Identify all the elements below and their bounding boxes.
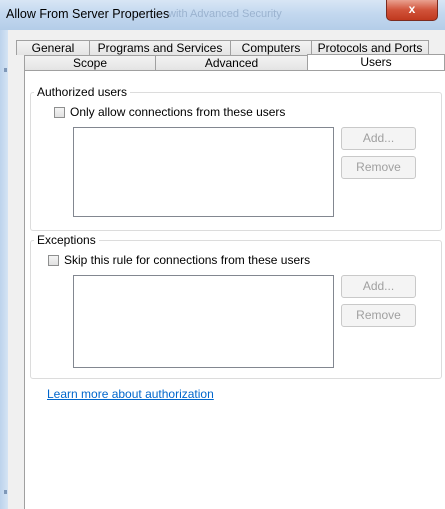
window-frame-left	[0, 30, 8, 509]
close-button[interactable]: x	[386, 0, 438, 21]
exceptions-add-button[interactable]: Add...	[341, 275, 416, 298]
tab-scope[interactable]: Scope	[24, 55, 156, 70]
tab-programs-and-services[interactable]: Programs and Services	[89, 40, 231, 55]
tab-protocols-and-ports[interactable]: Protocols and Ports	[311, 40, 429, 55]
frame-marker	[4, 68, 7, 72]
tab-computers[interactable]: Computers	[230, 40, 312, 55]
exceptions-remove-button[interactable]: Remove	[341, 304, 416, 327]
exception-users-list[interactable]	[73, 275, 334, 368]
tab-users[interactable]: Users	[307, 54, 445, 70]
exceptions-title: Exceptions	[34, 233, 99, 247]
authorized-users-title: Authorized users	[34, 85, 131, 99]
close-icon: x	[408, 2, 416, 16]
learn-more-authorization-link[interactable]: Learn more about authorization	[47, 387, 214, 401]
tab-general[interactable]: General	[16, 40, 90, 55]
window-title: Allow From Server Properties	[6, 7, 170, 21]
only-allow-users-checkbox[interactable]	[54, 107, 65, 118]
authorized-remove-button[interactable]: Remove	[341, 156, 416, 179]
background-window-title: with Advanced Security	[168, 8, 282, 20]
frame-marker	[4, 490, 7, 494]
title-bar: Allow From Server Properties with Advanc…	[0, 0, 445, 31]
only-allow-users-checkbox-row[interactable]: Only allow connections from these users	[54, 105, 285, 119]
authorized-add-button[interactable]: Add...	[341, 127, 416, 150]
only-allow-users-label: Only allow connections from these users	[70, 105, 286, 119]
skip-rule-users-checkbox[interactable]	[48, 255, 59, 266]
skip-rule-users-checkbox-row[interactable]: Skip this rule for connections from thes…	[48, 253, 310, 267]
tab-advanced[interactable]: Advanced	[155, 55, 308, 70]
authorized-users-list[interactable]	[73, 127, 334, 217]
skip-rule-users-label: Skip this rule for connections from thes…	[64, 253, 311, 267]
